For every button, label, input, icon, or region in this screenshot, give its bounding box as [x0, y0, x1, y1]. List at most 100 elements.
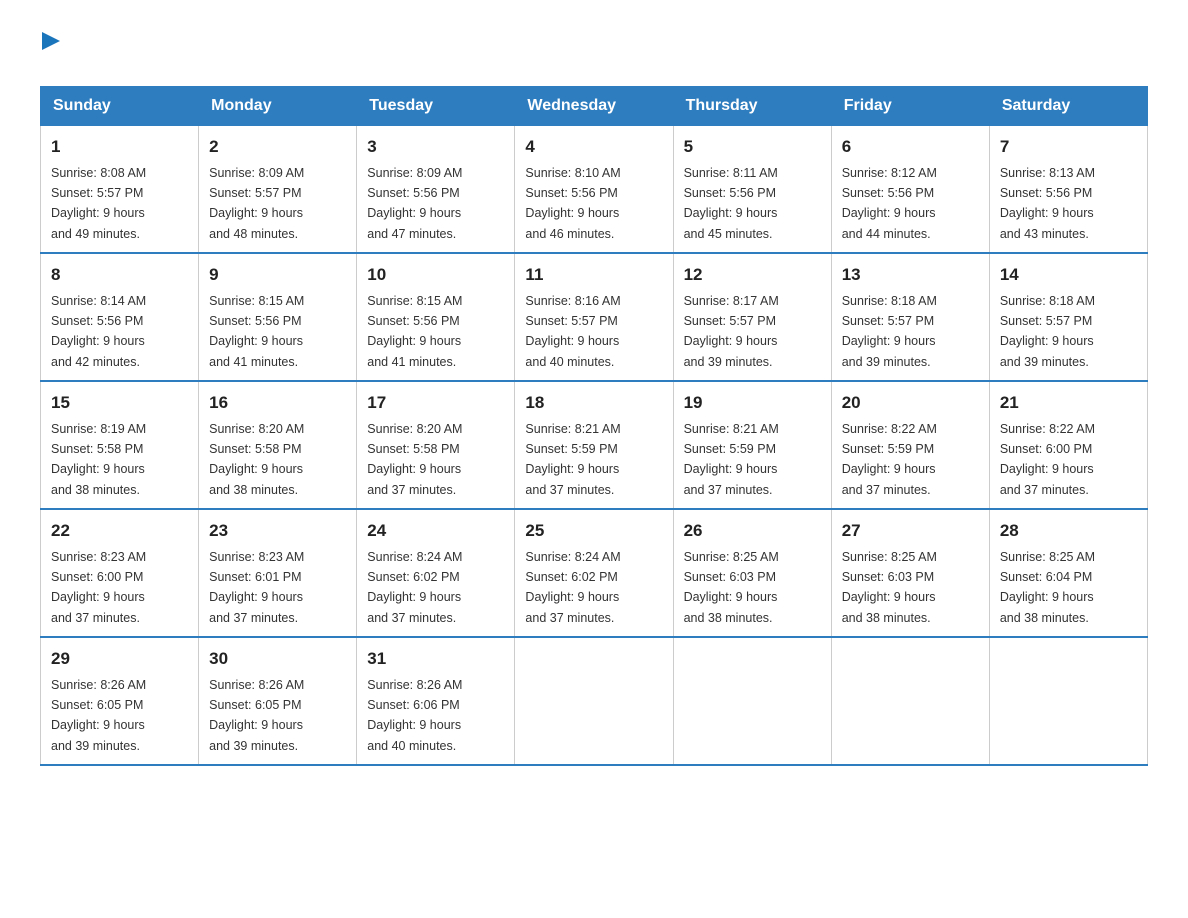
- day-info: Sunrise: 8:21 AMSunset: 5:59 PMDaylight:…: [525, 422, 620, 497]
- day-number: 19: [684, 390, 821, 416]
- day-info: Sunrise: 8:26 AMSunset: 6:06 PMDaylight:…: [367, 678, 462, 753]
- calendar-day-cell: 24 Sunrise: 8:24 AMSunset: 6:02 PMDayligh…: [357, 509, 515, 637]
- day-info: Sunrise: 8:25 AMSunset: 6:03 PMDaylight:…: [842, 550, 937, 625]
- day-info: Sunrise: 8:17 AMSunset: 5:57 PMDaylight:…: [684, 294, 779, 369]
- calendar-week-row: 1 Sunrise: 8:08 AMSunset: 5:57 PMDaylight…: [41, 126, 1148, 254]
- day-info: Sunrise: 8:22 AMSunset: 6:00 PMDaylight:…: [1000, 422, 1095, 497]
- day-info: Sunrise: 8:23 AMSunset: 6:00 PMDaylight:…: [51, 550, 146, 625]
- calendar-day-cell: 5 Sunrise: 8:11 AMSunset: 5:56 PMDaylight…: [673, 126, 831, 254]
- weekday-header-row: SundayMondayTuesdayWednesdayThursdayFrid…: [41, 87, 1148, 126]
- calendar-day-cell: 19 Sunrise: 8:21 AMSunset: 5:59 PMDayligh…: [673, 381, 831, 509]
- day-info: Sunrise: 8:11 AMSunset: 5:56 PMDaylight:…: [684, 166, 778, 241]
- day-number: 15: [51, 390, 188, 416]
- day-number: 22: [51, 518, 188, 544]
- day-info: Sunrise: 8:13 AMSunset: 5:56 PMDaylight:…: [1000, 166, 1095, 241]
- page-header: [40, 30, 1148, 62]
- day-number: 24: [367, 518, 504, 544]
- calendar-day-cell: 16Sunrise: 8:20 AMSunset: 5:58 PMDayligh…: [199, 381, 357, 509]
- calendar-day-cell: 23 Sunrise: 8:23 AMSunset: 6:01 PMDayligh…: [199, 509, 357, 637]
- calendar-day-cell: [515, 637, 673, 765]
- day-number: 18: [525, 390, 662, 416]
- day-info: Sunrise: 8:15 AMSunset: 5:56 PMDaylight:…: [209, 294, 304, 369]
- day-number: 4: [525, 134, 662, 160]
- day-info: Sunrise: 8:21 AMSunset: 5:59 PMDaylight:…: [684, 422, 779, 497]
- calendar-day-cell: 31Sunrise: 8:26 AMSunset: 6:06 PMDayligh…: [357, 637, 515, 765]
- day-info: Sunrise: 8:19 AMSunset: 5:58 PMDaylight:…: [51, 422, 146, 497]
- day-info: Sunrise: 8:12 AMSunset: 5:56 PMDaylight:…: [842, 166, 937, 241]
- calendar-day-cell: [831, 637, 989, 765]
- day-number: 1: [51, 134, 188, 160]
- day-info: Sunrise: 8:24 AMSunset: 6:02 PMDaylight:…: [525, 550, 620, 625]
- day-info: Sunrise: 8:26 AMSunset: 6:05 PMDaylight:…: [209, 678, 304, 753]
- day-info: Sunrise: 8:18 AMSunset: 5:57 PMDaylight:…: [1000, 294, 1095, 369]
- day-number: 14: [1000, 262, 1137, 288]
- calendar-week-row: 15 Sunrise: 8:19 AMSunset: 5:58 PMDayligh…: [41, 381, 1148, 509]
- day-info: Sunrise: 8:24 AMSunset: 6:02 PMDaylight:…: [367, 550, 462, 625]
- day-number: 3: [367, 134, 504, 160]
- day-info: Sunrise: 8:09 AMSunset: 5:56 PMDaylight:…: [367, 166, 462, 241]
- logo: [40, 30, 62, 62]
- calendar-day-cell: [989, 637, 1147, 765]
- calendar-day-cell: 22 Sunrise: 8:23 AMSunset: 6:00 PMDayligh…: [41, 509, 199, 637]
- weekday-header: Friday: [831, 87, 989, 126]
- day-number: 5: [684, 134, 821, 160]
- calendar-week-row: 22 Sunrise: 8:23 AMSunset: 6:00 PMDayligh…: [41, 509, 1148, 637]
- day-number: 27: [842, 518, 979, 544]
- day-number: 9: [209, 262, 346, 288]
- calendar-day-cell: 6Sunrise: 8:12 AMSunset: 5:56 PMDaylight…: [831, 126, 989, 254]
- day-info: Sunrise: 8:10 AMSunset: 5:56 PMDaylight:…: [525, 166, 620, 241]
- calendar-day-cell: 11 Sunrise: 8:16 AMSunset: 5:57 PMDayligh…: [515, 253, 673, 381]
- day-number: 16: [209, 390, 346, 416]
- day-info: Sunrise: 8:22 AMSunset: 5:59 PMDaylight:…: [842, 422, 937, 497]
- day-number: 12: [684, 262, 821, 288]
- calendar-day-cell: 28 Sunrise: 8:25 AMSunset: 6:04 PMDayligh…: [989, 509, 1147, 637]
- calendar-table: SundayMondayTuesdayWednesdayThursdayFrid…: [40, 86, 1148, 766]
- day-number: 11: [525, 262, 662, 288]
- day-number: 23: [209, 518, 346, 544]
- day-number: 21: [1000, 390, 1137, 416]
- day-info: Sunrise: 8:20 AMSunset: 5:58 PMDaylight:…: [367, 422, 462, 497]
- day-info: Sunrise: 8:15 AMSunset: 5:56 PMDaylight:…: [367, 294, 462, 369]
- calendar-day-cell: 10Sunrise: 8:15 AMSunset: 5:56 PMDayligh…: [357, 253, 515, 381]
- calendar-day-cell: 25 Sunrise: 8:24 AMSunset: 6:02 PMDayligh…: [515, 509, 673, 637]
- day-number: 28: [1000, 518, 1137, 544]
- calendar-day-cell: 29 Sunrise: 8:26 AMSunset: 6:05 PMDayligh…: [41, 637, 199, 765]
- calendar-day-cell: 12 Sunrise: 8:17 AMSunset: 5:57 PMDayligh…: [673, 253, 831, 381]
- calendar-day-cell: 18 Sunrise: 8:21 AMSunset: 5:59 PMDayligh…: [515, 381, 673, 509]
- day-info: Sunrise: 8:23 AMSunset: 6:01 PMDaylight:…: [209, 550, 304, 625]
- weekday-header: Sunday: [41, 87, 199, 126]
- calendar-day-cell: 27 Sunrise: 8:25 AMSunset: 6:03 PMDayligh…: [831, 509, 989, 637]
- calendar-day-cell: 14 Sunrise: 8:18 AMSunset: 5:57 PMDayligh…: [989, 253, 1147, 381]
- calendar-week-row: 8 Sunrise: 8:14 AMSunset: 5:56 PMDaylight…: [41, 253, 1148, 381]
- calendar-day-cell: 2 Sunrise: 8:09 AMSunset: 5:57 PMDaylight…: [199, 126, 357, 254]
- day-number: 13: [842, 262, 979, 288]
- calendar-day-cell: 20Sunrise: 8:22 AMSunset: 5:59 PMDayligh…: [831, 381, 989, 509]
- day-number: 29: [51, 646, 188, 672]
- calendar-day-cell: 30 Sunrise: 8:26 AMSunset: 6:05 PMDayligh…: [199, 637, 357, 765]
- calendar-day-cell: 15 Sunrise: 8:19 AMSunset: 5:58 PMDayligh…: [41, 381, 199, 509]
- logo-arrow-icon: [40, 30, 62, 57]
- weekday-header: Thursday: [673, 87, 831, 126]
- day-number: 7: [1000, 134, 1137, 160]
- day-info: Sunrise: 8:09 AMSunset: 5:57 PMDaylight:…: [209, 166, 304, 241]
- weekday-header: Wednesday: [515, 87, 673, 126]
- calendar-day-cell: 26 Sunrise: 8:25 AMSunset: 6:03 PMDayligh…: [673, 509, 831, 637]
- day-info: Sunrise: 8:25 AMSunset: 6:04 PMDaylight:…: [1000, 550, 1095, 625]
- day-info: Sunrise: 8:16 AMSunset: 5:57 PMDaylight:…: [525, 294, 620, 369]
- calendar-day-cell: 9 Sunrise: 8:15 AMSunset: 5:56 PMDaylight…: [199, 253, 357, 381]
- calendar-day-cell: 3 Sunrise: 8:09 AMSunset: 5:56 PMDaylight…: [357, 126, 515, 254]
- day-number: 25: [525, 518, 662, 544]
- weekday-header: Saturday: [989, 87, 1147, 126]
- day-info: Sunrise: 8:26 AMSunset: 6:05 PMDaylight:…: [51, 678, 146, 753]
- calendar-day-cell: 7 Sunrise: 8:13 AMSunset: 5:56 PMDaylight…: [989, 126, 1147, 254]
- weekday-header: Tuesday: [357, 87, 515, 126]
- day-number: 2: [209, 134, 346, 160]
- calendar-day-cell: 1 Sunrise: 8:08 AMSunset: 5:57 PMDaylight…: [41, 126, 199, 254]
- day-info: Sunrise: 8:08 AMSunset: 5:57 PMDaylight:…: [51, 166, 146, 241]
- day-info: Sunrise: 8:14 AMSunset: 5:56 PMDaylight:…: [51, 294, 146, 369]
- day-number: 30: [209, 646, 346, 672]
- day-number: 26: [684, 518, 821, 544]
- calendar-day-cell: [673, 637, 831, 765]
- day-info: Sunrise: 8:25 AMSunset: 6:03 PMDaylight:…: [684, 550, 779, 625]
- day-number: 8: [51, 262, 188, 288]
